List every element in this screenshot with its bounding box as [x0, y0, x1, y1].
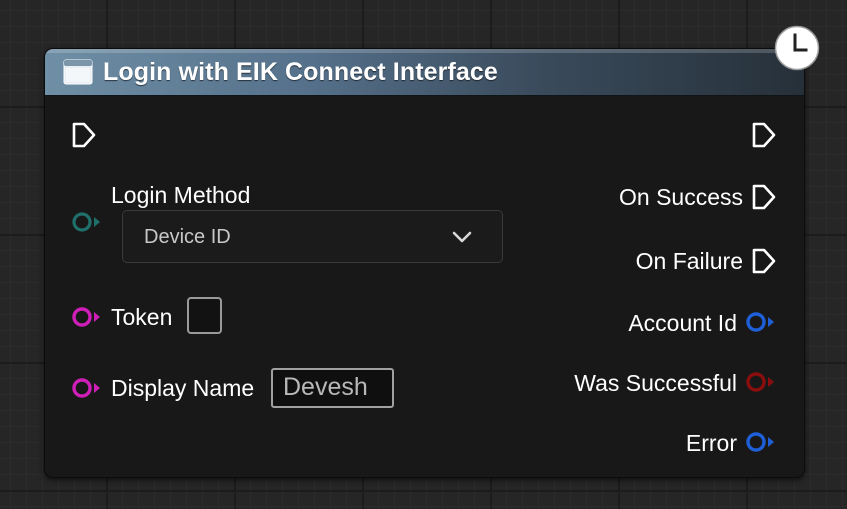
function-node-icon: [63, 59, 93, 85]
exec-input-pin[interactable]: [71, 121, 97, 149]
on-success-exec-pin[interactable]: [751, 183, 777, 211]
exec-output-pin[interactable]: [751, 121, 777, 149]
login-method-dropdown[interactable]: Device ID: [122, 210, 503, 263]
login-eik-connect-node[interactable]: Login with EIK Connect Interface Login M…: [44, 48, 805, 478]
login-method-selected-value: Device ID: [144, 226, 231, 248]
display-name-input[interactable]: Devesh: [271, 368, 394, 408]
node-title: Login with EIK Connect Interface: [103, 58, 498, 86]
chevron-down-icon: [452, 231, 472, 243]
blueprint-graph-canvas[interactable]: Login with EIK Connect Interface Login M…: [0, 0, 847, 509]
was-successful-pin[interactable]: [745, 371, 777, 393]
on-success-label: On Success: [619, 184, 743, 210]
account-id-pin[interactable]: [745, 311, 777, 333]
token-label: Token: [111, 304, 173, 330]
login-method-label: Login Method: [111, 182, 251, 208]
token-checkbox[interactable]: [187, 297, 222, 334]
node-header[interactable]: Login with EIK Connect Interface: [45, 49, 804, 96]
clock-icon: [774, 25, 820, 71]
display-name-pin[interactable]: [71, 377, 103, 399]
login-method-pin[interactable]: [71, 211, 103, 233]
on-failure-exec-pin[interactable]: [751, 247, 777, 275]
display-name-label: Display Name: [111, 375, 255, 401]
token-pin[interactable]: [71, 306, 103, 328]
was-successful-label: Was Successful: [574, 370, 737, 396]
error-pin[interactable]: [745, 431, 777, 453]
on-failure-label: On Failure: [635, 248, 743, 274]
error-label: Error: [685, 430, 737, 456]
account-id-label: Account Id: [628, 310, 737, 336]
